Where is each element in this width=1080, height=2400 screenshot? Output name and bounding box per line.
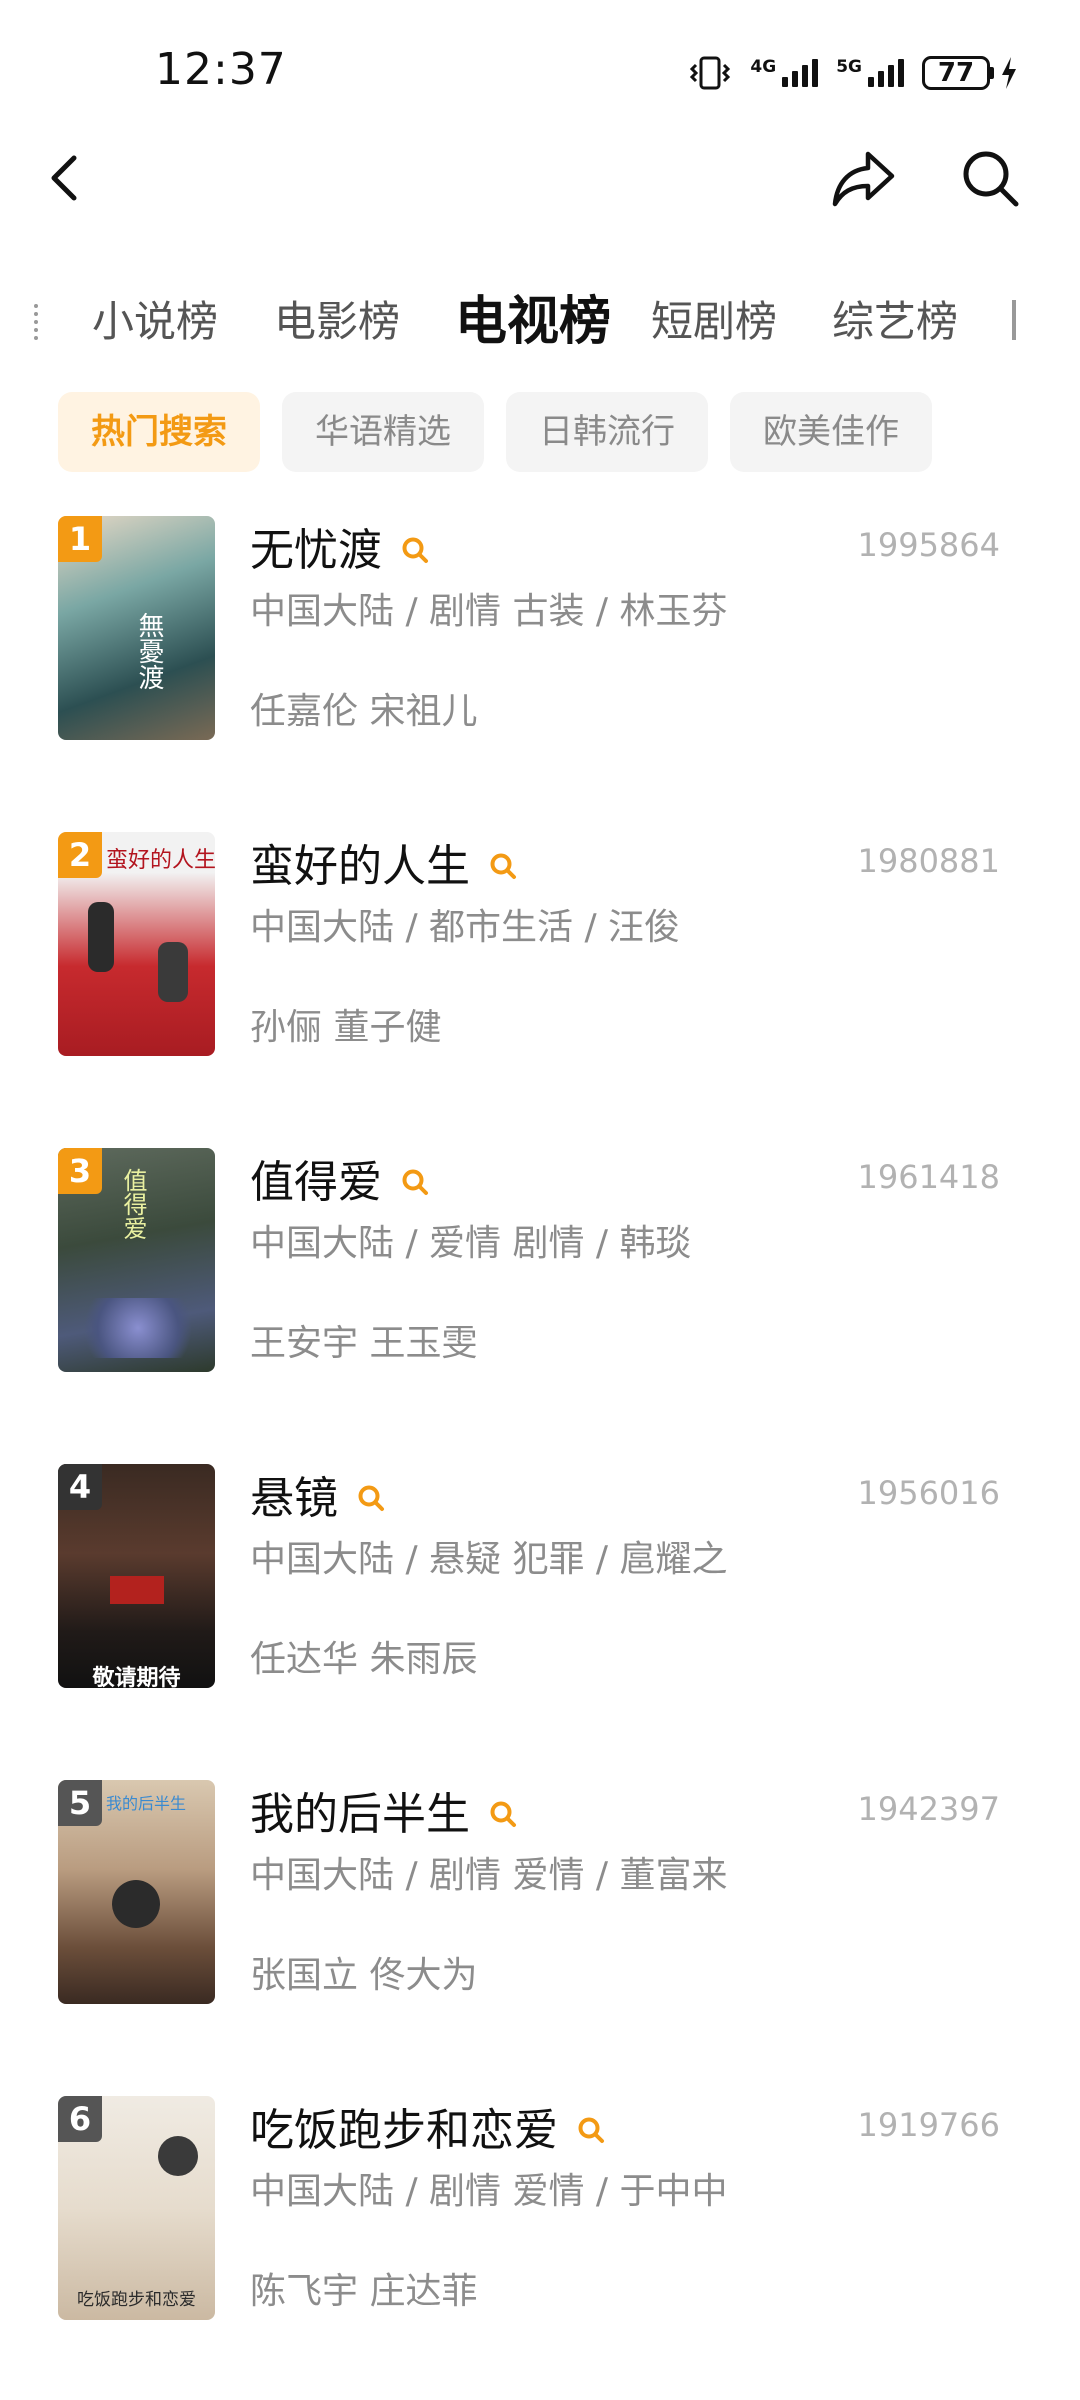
item-title[interactable]: 蛮好的人生 [250,830,470,894]
item-title[interactable]: 我的后半生 [250,1778,470,1842]
poster-caption: 值得爱 [119,1168,147,1240]
search-count: 1995864 [857,526,1000,564]
search-icon[interactable] [488,851,518,881]
prev-tab-fragment [34,304,44,340]
title-row: 值得爱 [250,1148,430,1208]
item-actors: 王安宇 王玉雯 [250,1323,478,1364]
status-icons: 4G 5G 77 [688,48,1018,98]
item-meta: 中国大陆 / 剧情 古装 / 林玉芬 [250,591,728,632]
poster[interactable]: 5 我的后半生 [58,1780,215,2004]
search-count: 1919766 [857,2106,1000,2144]
title-row: 蛮好的人生 [250,832,518,892]
signal-5g-icon: 5G [836,59,904,87]
item-title[interactable]: 无忧渡 [250,514,382,578]
status-time: 12:37 [155,44,287,95]
list-item[interactable]: 3 值得爱 值得爱 中国大陆 / 爱情 剧情 / 韩琰 王安宇 王玉雯 1961… [0,1144,1080,1394]
search-icon[interactable] [400,1167,430,1197]
item-title[interactable]: 值得爱 [250,1146,382,1210]
item-meta: 中国大陆 / 剧情 爱情 / 董富来 [250,1855,728,1896]
item-actors: 任达华 朱雨辰 [250,1639,478,1680]
item-actors: 孙俪 董子健 [250,1007,442,1048]
chip-hot-search[interactable]: 热门搜索 [58,392,260,472]
rank-badge: 5 [58,1780,102,1826]
search-icon[interactable] [958,146,1022,210]
title-row: 吃饭跑步和恋爱 [250,2096,606,2156]
poster[interactable]: 3 值得爱 [58,1148,215,1372]
rank-badge: 4 [58,1464,102,1510]
title-row: 悬镜 [250,1464,386,1524]
search-count: 1956016 [857,1474,1000,1512]
top-nav [0,130,1080,240]
rank-badge: 3 [58,1148,102,1194]
tab-novels[interactable]: 小说榜 [92,282,218,362]
search-icon[interactable] [356,1483,386,1513]
chip-western-picks[interactable]: 欧美佳作 [730,392,932,472]
list-item[interactable]: 6 吃饭跑步和恋爱 吃饭跑步和恋爱 中国大陆 / 剧情 爱情 / 于中中 陈飞宇… [0,2092,1080,2342]
tab-movies[interactable]: 电影榜 [274,282,400,362]
tab-tv[interactable]: 电视榜 [455,282,611,362]
item-meta: 中国大陆 / 剧情 爱情 / 于中中 [250,2171,728,2212]
poster[interactable]: 2 蛮好的人生 [58,832,215,1056]
title-row: 我的后半生 [250,1780,518,1840]
list-item[interactable]: 2 蛮好的人生 蛮好的人生 中国大陆 / 都市生活 / 汪俊 孙俪 董子健 19… [0,828,1080,1078]
item-title[interactable]: 吃饭跑步和恋爱 [250,2094,558,2158]
search-count: 1942397 [857,1790,1000,1828]
share-icon[interactable] [830,146,898,210]
item-actors: 陈飞宇 庄达菲 [250,2271,478,2312]
poster[interactable]: 6 吃饭跑步和恋爱 [58,2096,215,2320]
charging-icon [1002,57,1016,89]
rank-badge: 6 [58,2096,102,2142]
search-count: 1961418 [857,1158,1000,1196]
tab-short-drama[interactable]: 短剧榜 [651,282,777,362]
poster[interactable]: 4 敬请期待 [58,1464,215,1688]
battery-icon: 77 [922,56,1018,90]
rank-badge: 1 [58,516,102,562]
poster-caption: 無憂渡 [134,612,164,690]
poster-caption: 吃饭跑步和恋爱 [77,2290,196,2310]
item-meta: 中国大陆 / 爱情 剧情 / 韩琰 [250,1223,692,1264]
poster[interactable]: 1 無憂渡 [58,516,215,740]
back-arrow-icon[interactable] [36,148,96,208]
chip-jp-kr-popular[interactable]: 日韩流行 [506,392,708,472]
signal-4g-icon: 4G [750,59,819,87]
list-item[interactable]: 1 無憂渡 无忧渡 中国大陆 / 剧情 古装 / 林玉芬 任嘉伦 宋祖儿 199… [0,512,1080,762]
search-icon[interactable] [400,535,430,565]
list-item[interactable]: 4 敬请期待 悬镜 中国大陆 / 悬疑 犯罪 / 扈耀之 任达华 朱雨辰 195… [0,1460,1080,1710]
tab-variety[interactable]: 综艺榜 [832,282,958,362]
next-tab-fragment [1012,300,1026,340]
category-tabs: 小说榜 电影榜 电视榜 短剧榜 综艺榜 [0,282,1080,362]
vibrate-icon [690,56,731,90]
search-icon[interactable] [488,1799,518,1829]
poster-caption: 蛮好的人生 [106,848,215,873]
poster-caption: 我的后半生 [106,1794,187,1813]
list-item[interactable]: 5 我的后半生 我的后半生 中国大陆 / 剧情 爱情 / 董富来 张国立 佟大为… [0,1776,1080,2026]
title-row: 无忧渡 [250,516,430,576]
item-actors: 任嘉伦 宋祖儿 [250,691,478,732]
item-meta: 中国大陆 / 悬疑 犯罪 / 扈耀之 [250,1539,728,1580]
search-count: 1980881 [857,842,1000,880]
item-actors: 张国立 佟大为 [250,1955,478,1996]
chip-chinese-picks[interactable]: 华语精选 [282,392,484,472]
search-icon[interactable] [576,2115,606,2145]
item-title[interactable]: 悬镜 [250,1462,338,1526]
rank-badge: 2 [58,832,102,878]
item-meta: 中国大陆 / 都市生活 / 汪俊 [250,907,681,948]
poster-caption: 敬请期待 [92,1666,181,1688]
status-bar: 12:37 4G 5G 77 [0,0,1080,130]
filter-chips: 热门搜索 华语精选 日韩流行 欧美佳作 [58,392,932,472]
